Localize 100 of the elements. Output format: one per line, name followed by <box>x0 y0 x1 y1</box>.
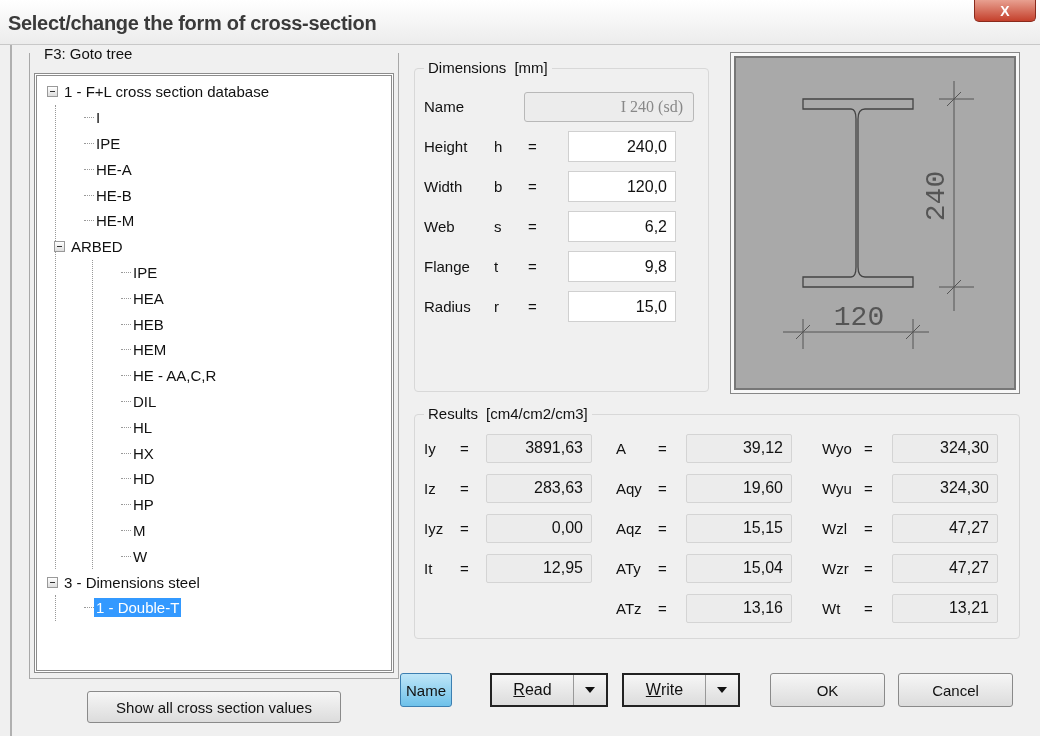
symbol-label: A <box>616 439 627 457</box>
result-field: 47,27 <box>892 513 998 543</box>
dimension-label: 120 <box>833 302 885 333</box>
group-label: Results <box>428 405 479 422</box>
equals-sign: = <box>864 439 874 457</box>
equals-sign: = <box>658 559 668 577</box>
input-field[interactable]: 9,8 <box>568 251 676 282</box>
result-field: 324,30 <box>892 433 998 463</box>
tree-item[interactable]: HEB <box>131 314 166 334</box>
input-field[interactable]: 240,0 <box>568 131 676 162</box>
equals-sign: = <box>658 479 668 497</box>
symbol-label: b <box>494 178 504 195</box>
result-field: 19,60 <box>686 473 792 503</box>
tree-item[interactable]: HEM <box>131 340 169 360</box>
input-field[interactable]: 6,2 <box>568 211 676 242</box>
symbol-label: h <box>494 138 504 155</box>
equals-sign: = <box>864 559 874 577</box>
tree-item[interactable]: 3 - Dimensions steel <box>62 572 202 592</box>
equals-sign: = <box>460 479 470 497</box>
symbol-label: r <box>494 298 500 315</box>
field-label: Height <box>424 138 469 155</box>
collapse-toggle[interactable] <box>47 86 58 98</box>
equals-sign: = <box>460 559 470 577</box>
equals-sign: = <box>460 439 470 457</box>
equals-sign: = <box>528 138 538 155</box>
split-button[interactable]: Read <box>490 673 608 707</box>
result-field: 0,00 <box>486 513 592 543</box>
field-label: Flange <box>424 258 471 275</box>
equals-sign: = <box>658 519 668 537</box>
symbol-label: Wyo <box>822 439 853 457</box>
tree-item[interactable]: HP <box>131 495 156 515</box>
name-toggle-button[interactable]: Name <box>400 673 452 707</box>
dialog-button[interactable]: Cancel <box>898 673 1013 707</box>
result-field: 283,63 <box>486 473 592 503</box>
field-label: Radius <box>424 298 472 315</box>
field-label: Width <box>424 178 464 195</box>
symbol-label: Aqy <box>616 479 643 497</box>
equals-sign: = <box>528 258 538 275</box>
tree-item[interactable]: IPE <box>94 134 123 153</box>
equals-sign: = <box>528 298 538 315</box>
collapse-toggle[interactable] <box>54 241 65 253</box>
field-label: Name <box>424 98 465 115</box>
tree-item[interactable]: HD <box>131 469 157 489</box>
equals-sign: = <box>864 479 874 497</box>
input-field[interactable]: 120,0 <box>568 171 676 202</box>
symbol-label: Wzl <box>822 519 848 537</box>
symbol-label: Iy <box>424 439 437 457</box>
tree-item[interactable]: HE-M <box>94 211 137 231</box>
equals-sign: = <box>658 439 668 457</box>
equals-sign: = <box>864 599 874 617</box>
collapse-toggle[interactable] <box>47 576 58 588</box>
result-field: 324,30 <box>892 473 998 503</box>
result-field: 13,21 <box>892 593 998 623</box>
equals-sign: = <box>658 599 668 617</box>
symbol-label: s <box>494 218 503 235</box>
symbol-label: Wt <box>822 599 842 617</box>
result-field: 39,12 <box>686 433 792 463</box>
result-field: 13,16 <box>686 593 792 623</box>
tree-item[interactable]: HE - AA,C,R <box>131 366 219 386</box>
dialog-button[interactable]: OK <box>770 673 885 707</box>
split-button-label[interactable]: Read <box>492 675 573 705</box>
unit-label: [cm4/cm2/cm3] <box>486 405 588 422</box>
symbol-label: Aqz <box>616 519 643 537</box>
tree-item[interactable]: HE-B <box>94 185 134 205</box>
window-title: Select/change the form of cross-section <box>7 11 377 35</box>
symbol-label: ATy <box>616 559 642 577</box>
tree-item[interactable]: DIL <box>131 391 159 411</box>
group-label: Dimensions <box>428 59 507 76</box>
tree-item[interactable]: M <box>131 520 148 540</box>
unit-label: [mm] <box>514 59 548 76</box>
tree-item[interactable]: I <box>94 108 103 128</box>
tree-item[interactable]: HL <box>131 417 155 437</box>
result-field: 15,04 <box>686 553 792 583</box>
tree-item[interactable]: ARBED <box>69 237 125 257</box>
tree-item[interactable]: HEA <box>131 288 166 308</box>
symbol-label: t <box>494 258 500 275</box>
input-field[interactable]: 15,0 <box>568 291 676 322</box>
equals-sign: = <box>528 218 538 235</box>
tree-item[interactable]: HE-A <box>94 159 134 179</box>
tree-item[interactable]: HX <box>131 443 156 463</box>
tree-item[interactable]: W <box>131 546 150 566</box>
split-button-label[interactable]: Write <box>624 675 705 705</box>
caret-icon <box>717 687 727 693</box>
symbol-label: It <box>424 559 434 577</box>
symbol-label: Wyu <box>822 479 853 497</box>
split-button[interactable]: Write <box>622 673 740 707</box>
dimension-label: 240 <box>921 170 952 222</box>
symbol-label: Iyz <box>424 519 445 537</box>
equals-sign: = <box>864 519 874 537</box>
tree-item[interactable]: 1 - F+L cross section database <box>62 82 271 102</box>
symbol-label: Wzr <box>822 559 850 577</box>
symbol-label: Iz <box>424 479 437 497</box>
result-field: 15,15 <box>686 513 792 543</box>
result-field: 3891,63 <box>486 433 592 463</box>
show-all-button[interactable]: Show all cross section values <box>87 691 341 723</box>
caret-icon <box>585 687 595 693</box>
equals-sign: = <box>460 519 470 537</box>
result-field: 12,95 <box>486 553 592 583</box>
tree-item[interactable]: IPE <box>131 262 160 282</box>
symbol-label: ATz <box>616 599 643 617</box>
